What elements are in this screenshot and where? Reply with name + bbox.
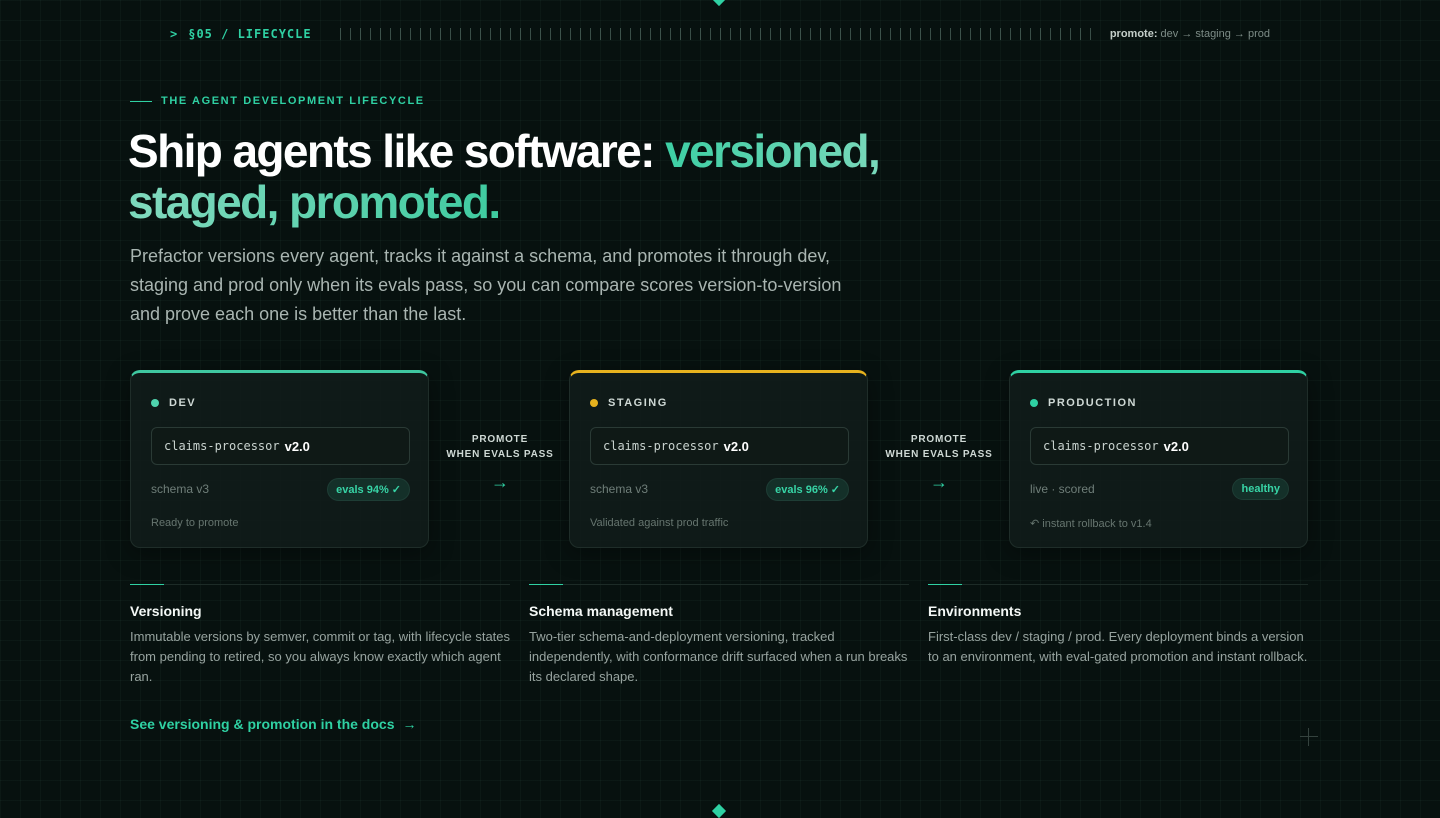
feature-versioning: Versioning Immutable versions by semver,…: [130, 584, 510, 687]
env-meta-row: schema v3 evals 96% ✓: [590, 477, 849, 501]
feature-rule: [529, 584, 909, 585]
agent-name: claims-processor: [164, 439, 280, 453]
eval-badge: evals 96% ✓: [766, 477, 849, 501]
connector-label-line2: WHEN EVALS PASS: [446, 449, 554, 460]
section-marker-bottom: [711, 803, 727, 818]
agent-version: v2.0: [1163, 438, 1189, 454]
section-header: > §05 / LIFECYCLE promote: dev → staging …: [170, 24, 1270, 44]
connector-label-line1: PROMOTE: [910, 434, 968, 445]
env-name: STAGING: [608, 397, 668, 409]
docs-link-label: See versioning & promotion in the docs: [130, 716, 395, 732]
agent-version: v2.0: [284, 438, 310, 454]
arrow-right-icon: →: [491, 472, 509, 492]
env-footnote: Ready to promote: [151, 517, 239, 529]
env-card-staging: STAGING claims-processor v2.0 schema v3 …: [569, 370, 868, 548]
feature-schema-management: Schema management Two-tier schema-and-de…: [529, 584, 909, 687]
env-meta-row: schema v3 evals 94% ✓: [151, 477, 410, 501]
section-id: > §05 / LIFECYCLE: [170, 27, 312, 41]
env-header: STAGING: [590, 397, 668, 409]
health-badge: healthy: [1232, 478, 1289, 500]
arrow-right-icon: →: [930, 472, 948, 492]
section-label: §05 / LIFECYCLE: [188, 27, 312, 41]
lead-paragraph: Prefactor versions every agent, tracks i…: [130, 246, 842, 324]
plus-icon: [1300, 728, 1318, 746]
env-footnote: Validated against prod traffic: [590, 517, 729, 529]
feature-body: Immutable versions by semver, commit or …: [130, 629, 511, 684]
env-header: DEV: [151, 397, 196, 409]
feature-title: Versioning: [130, 603, 202, 619]
feature-rule: [130, 584, 510, 585]
env-name: PRODUCTION: [1048, 397, 1137, 409]
docs-link[interactable]: See versioning & promotion in the docs →: [130, 716, 416, 732]
env-card-dev: DEV claims-processor v2.0 schema v3 eval…: [130, 370, 429, 548]
eyebrow-rule: [130, 100, 152, 102]
feature-title: Environments: [928, 603, 1022, 619]
promote-path: promote: dev → staging → prod: [1110, 28, 1270, 40]
promote-connector: PROMOTE WHEN EVALS PASS →: [879, 432, 999, 493]
env-header: PRODUCTION: [1030, 397, 1137, 409]
promote-path-value: dev → staging → prod: [1160, 28, 1270, 40]
eyebrow: THE AGENT DEVELOPMENT LIFECYCLE: [130, 95, 425, 107]
title-plain: Ship agents like software:: [128, 125, 666, 177]
env-meta: schema v3: [151, 482, 210, 496]
chevron-right-icon: >: [170, 27, 179, 41]
agent-version-box: claims-processor v2.0: [590, 427, 849, 465]
page-title: Ship agents like software: versioned, st…: [128, 126, 948, 228]
connector-label-line1: PROMOTE: [471, 434, 529, 445]
agent-version-box: claims-processor v2.0: [1030, 427, 1289, 465]
env-meta: schema v3: [590, 482, 649, 496]
feature-environments: Environments First-class dev / staging /…: [928, 584, 1308, 667]
connector-label-line2: WHEN EVALS PASS: [885, 449, 993, 460]
promote-path-label: promote:: [1109, 28, 1158, 40]
env-meta-row: live · scored healthy: [1030, 477, 1289, 501]
status-dot-icon: [590, 399, 598, 407]
eyebrow-text: THE AGENT DEVELOPMENT LIFECYCLE: [161, 95, 425, 107]
status-dot-icon: [1030, 399, 1038, 407]
feature-title: Schema management: [529, 603, 673, 619]
agent-version-box: claims-processor v2.0: [151, 427, 410, 465]
section-marker-top: [711, 0, 727, 7]
env-meta: live · scored: [1030, 482, 1095, 496]
feature-rule: [928, 584, 1308, 585]
ruler-ticks: [339, 28, 1096, 40]
promote-connector: PROMOTE WHEN EVALS PASS →: [440, 432, 560, 493]
agent-version: v2.0: [723, 438, 749, 454]
env-card-production: PRODUCTION claims-processor v2.0 live · …: [1009, 370, 1308, 548]
feature-body: First-class dev / staging / prod. Every …: [928, 629, 1308, 664]
env-name: DEV: [169, 397, 197, 409]
env-footnote: ↶ instant rollback to v1.4: [1030, 518, 1152, 530]
agent-name: claims-processor: [603, 439, 719, 453]
arrow-right-icon: →: [402, 716, 417, 732]
agent-name: claims-processor: [1043, 439, 1159, 453]
status-dot-icon: [151, 399, 159, 407]
eval-badge: evals 94% ✓: [327, 477, 410, 501]
feature-body: Two-tier schema-and-deployment versionin…: [529, 629, 908, 684]
